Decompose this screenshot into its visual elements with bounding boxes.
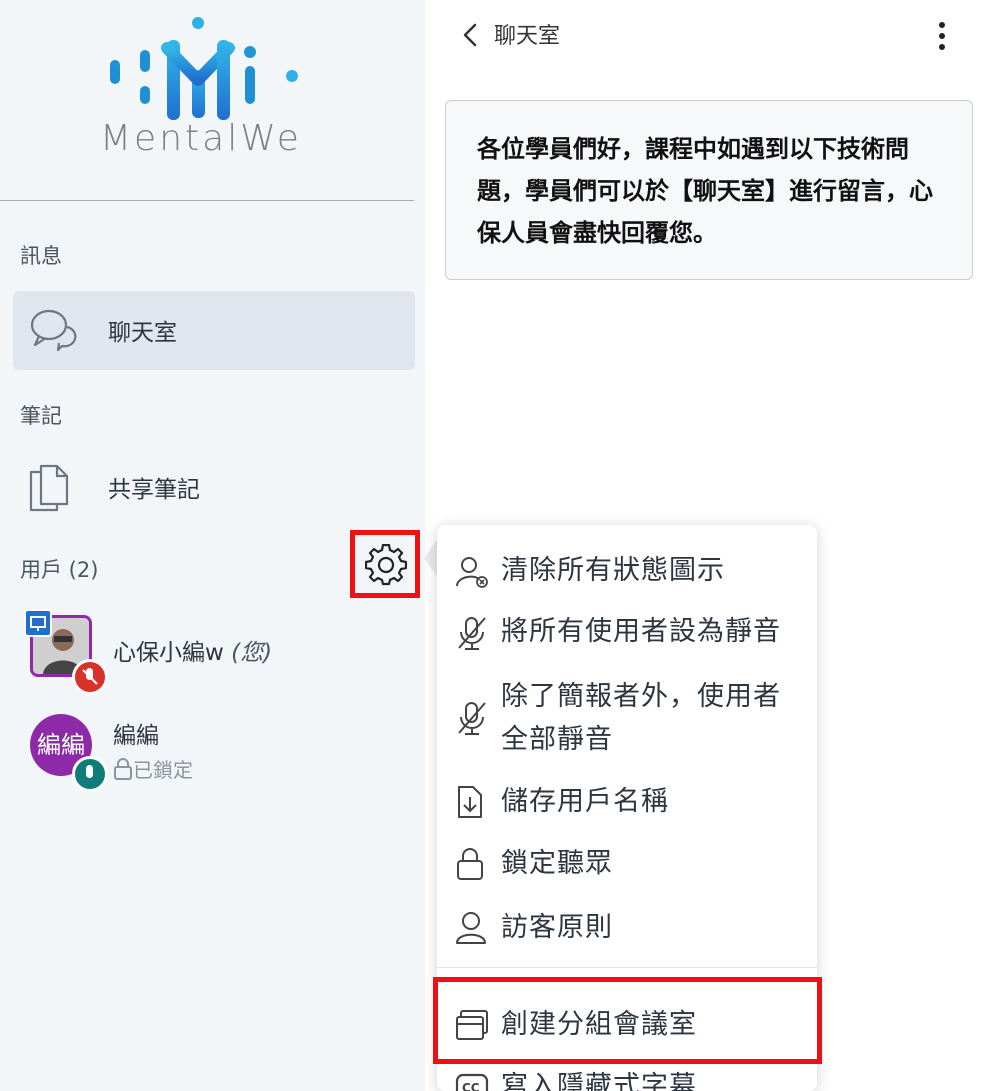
gear-icon bbox=[365, 544, 407, 586]
documents-icon bbox=[27, 460, 73, 518]
user-name: 心保小編w (您) bbox=[113, 640, 273, 666]
menu-item-mute-except-presenter[interactable]: 除了簡報者外，使用者全部靜音 bbox=[437, 675, 817, 761]
more-options-icon[interactable] bbox=[934, 16, 950, 56]
user-icon bbox=[455, 911, 487, 949]
menu-item-write-captions[interactable]: CC 寫入隱藏式字幕 bbox=[437, 1063, 817, 1091]
chat-title: 聊天室 bbox=[494, 24, 561, 49]
user-list-item[interactable]: 編編 編編 已鎖定 bbox=[30, 714, 410, 792]
mic-icon bbox=[72, 756, 108, 792]
download-icon bbox=[455, 785, 485, 823]
chat-header: 聊天室 bbox=[460, 14, 960, 54]
menu-item-lock-viewers[interactable]: 鎖定聽眾 bbox=[437, 840, 817, 888]
menu-item-label: 將所有使用者設為靜音 bbox=[501, 616, 781, 647]
menu-pointer bbox=[424, 538, 438, 578]
sidebar-item-label: 共享筆記 bbox=[108, 477, 200, 503]
breakout-highlight bbox=[433, 977, 822, 1064]
messages-section-title: 訊息 bbox=[20, 244, 62, 268]
user-name: 編編 bbox=[113, 723, 159, 749]
welcome-message: 各位學員們好，課程中如遇到以下技術問題，學員們可以於【聊天室】進行留言，心保人員… bbox=[445, 100, 973, 280]
clear-status-icon bbox=[455, 556, 489, 592]
menu-item-label: 鎖定聽眾 bbox=[501, 848, 613, 879]
menu-item-guest-policy[interactable]: 訪客原則 bbox=[437, 904, 817, 952]
chat-bubbles-icon bbox=[29, 305, 81, 359]
menu-item-label: 清除所有狀態圖示 bbox=[501, 555, 725, 586]
logo-text: MentalWe bbox=[100, 118, 302, 159]
user-options-gear-button[interactable] bbox=[350, 530, 420, 598]
mic-off-icon bbox=[455, 615, 489, 655]
back-chevron-icon[interactable] bbox=[460, 22, 480, 52]
sidebar-divider bbox=[0, 200, 414, 201]
menu-item-label: 訪客原則 bbox=[501, 912, 613, 943]
menu-item-mute-all[interactable]: 將所有使用者設為靜音 bbox=[437, 608, 817, 656]
notes-section-title: 筆記 bbox=[20, 404, 62, 428]
user-list-item[interactable]: 心保小編w (您) bbox=[24, 609, 410, 695]
mic-muted-icon bbox=[72, 659, 108, 695]
presenter-badge-icon bbox=[24, 609, 52, 637]
sidebar-item-shared-notes[interactable]: 共享筆記 bbox=[13, 448, 415, 527]
menu-item-label: 除了簡報者外，使用者全部靜音 bbox=[501, 681, 781, 755]
menu-divider bbox=[437, 967, 817, 968]
cc-icon: CC bbox=[455, 1073, 489, 1091]
mic-off-icon bbox=[455, 700, 489, 740]
user-lock-status: 已鎖定 bbox=[113, 754, 193, 783]
sidebar-item-label: 聊天室 bbox=[108, 320, 177, 346]
menu-item-save-user-names[interactable]: 儲存用戶名稱 bbox=[437, 778, 817, 826]
svg-text:CC: CC bbox=[462, 1081, 480, 1091]
users-section-title: 用戶 (2) bbox=[20, 558, 99, 582]
lock-icon bbox=[114, 758, 132, 780]
menu-item-label: 儲存用戶名稱 bbox=[501, 786, 669, 817]
menu-item-label: 寫入隱藏式字幕 bbox=[501, 1071, 697, 1091]
sidebar-item-chat[interactable]: 聊天室 bbox=[13, 291, 415, 370]
lock-icon bbox=[455, 847, 485, 885]
menu-item-clear-status[interactable]: 清除所有狀態圖示 bbox=[437, 547, 817, 595]
